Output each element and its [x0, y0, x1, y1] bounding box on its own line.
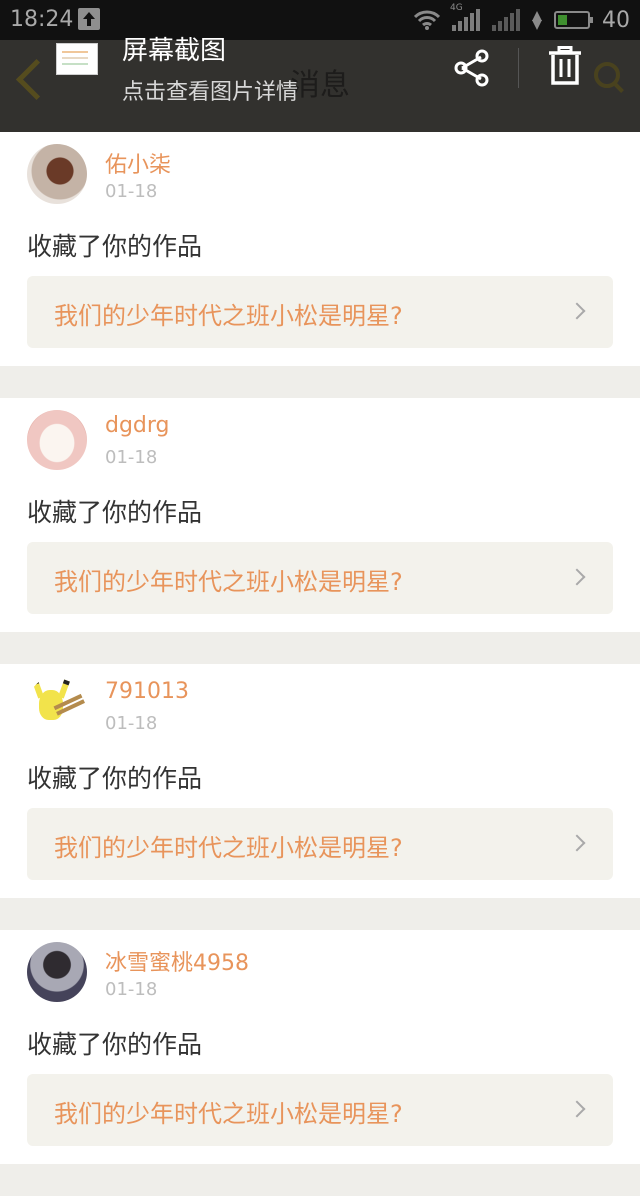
- message-card: 冰雪蜜桃4958 01-18 收藏了你的作品 我们的少年时代之班小松是明星?: [0, 930, 640, 1164]
- username[interactable]: 791013: [105, 679, 189, 704]
- message-action: 收藏了你的作品: [27, 498, 203, 527]
- username[interactable]: 冰雪蜜桃4958: [105, 945, 249, 977]
- message-date: 01-18: [105, 181, 158, 202]
- message-list: 佑小柒 01-18 收藏了你的作品 我们的少年时代之班小松是明星? dgdrg …: [0, 132, 640, 1196]
- chevron-right-icon: [568, 568, 586, 586]
- message-action: 收藏了你的作品: [27, 1030, 203, 1059]
- screenshot-notice[interactable]: 屏幕截图 点击查看图片详情: [0, 36, 640, 132]
- network-type: 4G: [450, 3, 463, 13]
- toolbar-divider: [518, 48, 519, 88]
- trash-icon[interactable]: [548, 46, 582, 86]
- status-indicators: 4G 40: [414, 3, 630, 36]
- share-icon[interactable]: [452, 48, 492, 88]
- upload-icon: [78, 8, 100, 30]
- chevron-right-icon: [568, 834, 586, 852]
- screenshot-thumbnail[interactable]: [56, 43, 98, 75]
- message-date: 01-18: [105, 713, 158, 734]
- signal-icon: 4G: [450, 3, 480, 31]
- status-bar: 18:24 4G 40: [0, 0, 640, 40]
- work-link[interactable]: 我们的少年时代之班小松是明星?: [27, 808, 613, 880]
- battery-percent: 40: [602, 7, 630, 33]
- message-date: 01-18: [105, 979, 158, 1000]
- message-card: 佑小柒 01-18 收藏了你的作品 我们的少年时代之班小松是明星?: [0, 132, 640, 366]
- work-title: 我们的少年时代之班小松是明星?: [54, 834, 403, 862]
- screenshot-title: 屏幕截图: [122, 36, 227, 66]
- battery-fill: [558, 15, 567, 25]
- battery-icon: [554, 11, 593, 29]
- work-title: 我们的少年时代之班小松是明星?: [54, 568, 403, 596]
- screenshot-subtitle: 点击查看图片详情: [122, 80, 299, 105]
- status-time: 18:24: [10, 7, 74, 32]
- work-title: 我们的少年时代之班小松是明星?: [54, 302, 403, 330]
- bolt-icon: [532, 11, 542, 30]
- work-link[interactable]: 我们的少年时代之班小松是明星?: [27, 276, 613, 348]
- avatar[interactable]: [27, 410, 87, 470]
- chevron-right-icon: [568, 302, 586, 320]
- signal-icon-secondary: [492, 9, 520, 31]
- avatar[interactable]: [27, 144, 87, 204]
- username[interactable]: dgdrg: [105, 413, 170, 438]
- work-link[interactable]: 我们的少年时代之班小松是明星?: [27, 1074, 613, 1146]
- work-link[interactable]: 我们的少年时代之班小松是明星?: [27, 542, 613, 614]
- message-action: 收藏了你的作品: [27, 232, 203, 261]
- message-card: dgdrg 01-18 收藏了你的作品 我们的少年时代之班小松是明星?: [0, 398, 640, 632]
- avatar[interactable]: [27, 676, 87, 736]
- username[interactable]: 佑小柒: [105, 147, 171, 179]
- work-title: 我们的少年时代之班小松是明星?: [54, 1100, 403, 1128]
- message-action: 收藏了你的作品: [27, 764, 203, 793]
- chevron-right-icon: [568, 1100, 586, 1118]
- message-card: 791013 01-18 收藏了你的作品 我们的少年时代之班小松是明星?: [0, 664, 640, 898]
- avatar[interactable]: [27, 942, 87, 1002]
- wifi-icon: [414, 9, 440, 31]
- message-date: 01-18: [105, 447, 158, 468]
